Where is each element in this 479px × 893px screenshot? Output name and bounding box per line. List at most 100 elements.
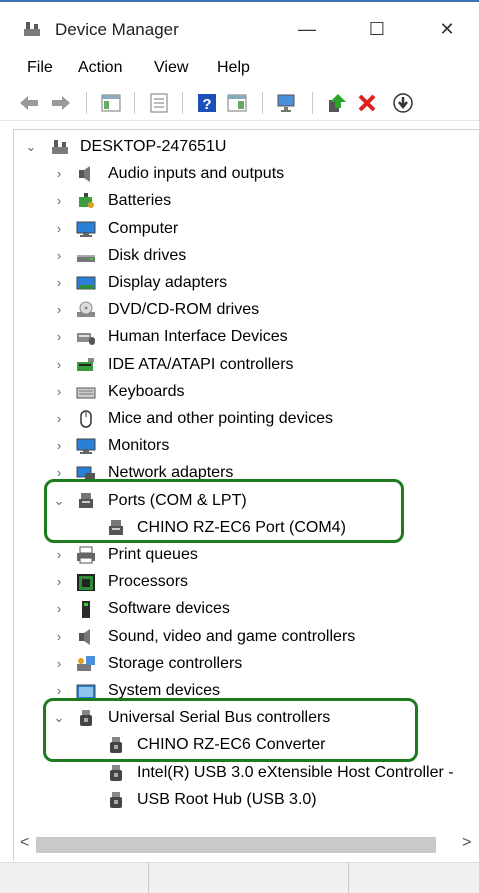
maximize-button[interactable]: ☐ [355,14,399,44]
usb-icon [110,791,122,808]
speaker-icon [79,628,90,645]
tree-category-label: Print queues [108,546,198,563]
highlight-ports [44,479,404,543]
chevron-right-icon[interactable]: › [52,270,66,296]
chevron-right-icon[interactable]: › [52,379,66,405]
tree-category-label: Batteries [108,192,172,210]
tree-category[interactable]: › IDE ATA/ATAPI controllers [14,352,479,378]
action-pane-icon[interactable] [226,92,248,114]
tree-device[interactable]: Intel(R) USB 3.0 eXtensible Host Control… [14,760,479,786]
tree-category[interactable]: › Audio inputs and outputs [14,161,479,187]
tree-device-label: USB Root Hub (USB 3.0) [137,790,317,808]
title-bar[interactable]: Device Manager — ☐ ✕ [0,2,479,54]
ide-icon [77,357,94,371]
tree-category[interactable]: › Print queues [14,542,479,568]
chevron-right-icon[interactable]: › [52,324,66,350]
keyboard-icon [76,387,96,399]
status-bar [0,862,479,893]
toolbar-separator [86,92,87,114]
tree-device[interactable]: USB Root Hub (USB 3.0) [14,787,479,813]
tree-category-label: Sound, video and game controllers [108,627,356,645]
chevron-right-icon[interactable]: › [52,651,66,677]
toolbar-separator [262,92,263,114]
software-device-icon [82,601,90,619]
tree-category[interactable]: › Batteries [14,188,479,214]
menu-bar: File Action View Help [0,54,479,84]
scan-hardware-icon[interactable] [276,92,298,114]
show-hide-console-tree-icon[interactable] [100,92,122,114]
monitor-icon [76,221,96,237]
tree-category[interactable]: › Computer [14,216,479,242]
tree-root[interactable]: ⌄ DESKTOP-247651U [14,134,464,160]
tree-category[interactable]: › Storage controllers [14,651,479,677]
back-icon[interactable] [18,92,40,114]
tree-device-label: Intel(R) USB 3.0 eXtensible Host Control… [137,763,454,781]
chevron-down-icon[interactable]: ⌄ [24,134,38,160]
disk-icon [77,254,95,262]
uninstall-device-icon[interactable] [356,92,378,114]
usb-icon [110,764,122,781]
chevron-right-icon[interactable]: › [52,569,66,595]
update-driver-icon[interactable] [326,92,348,114]
tree-category-label: Disk drives [108,246,187,264]
menu-file[interactable]: File [27,59,53,77]
storage-icon [77,655,95,671]
status-divider [348,863,349,893]
tree-category[interactable]: › Human Interface Devices [14,324,479,350]
device-tree[interactable]: ⌄ DESKTOP-247651U › Audio inputs and outp… [13,129,479,829]
toolbar-separator [182,92,183,114]
highlight-usb [43,698,418,762]
forward-icon[interactable] [50,92,72,114]
tree-category[interactable]: › Monitors [14,433,479,459]
scroll-left-icon[interactable]: < [20,834,29,852]
tree-category[interactable]: › Sound, video and game controllers [14,624,479,650]
device-manager-icon [24,22,40,36]
tree-category[interactable]: › Processors [14,569,479,595]
tree-category[interactable]: › Disk drives [14,243,479,269]
chevron-right-icon[interactable]: › [52,161,66,187]
tree-category[interactable]: › Keyboards [14,379,479,405]
chevron-right-icon[interactable]: › [52,216,66,242]
chevron-right-icon[interactable]: › [52,188,66,214]
scroll-thumb[interactable] [36,837,436,853]
speaker-icon [79,166,90,183]
hid-icon [77,333,95,346]
tree-category-label: Human Interface Devices [108,328,288,346]
help-icon[interactable]: ? [196,92,218,114]
toolbar-separator [134,92,135,114]
disable-device-icon[interactable] [392,92,414,114]
menu-help[interactable]: Help [217,59,250,77]
tree-category-label: IDE ATA/ATAPI controllers [108,355,294,373]
tree-category-label: Storage controllers [108,654,243,672]
window-title: Device Manager [55,20,179,39]
tree-category-label: Monitors [108,437,170,455]
menu-view[interactable]: View [154,59,188,77]
chevron-right-icon[interactable]: › [52,243,66,269]
tree-category[interactable]: › Display adapters [14,270,479,296]
chevron-right-icon[interactable]: › [52,297,66,323]
scroll-right-icon[interactable]: > [462,834,471,852]
tree-root-label: DESKTOP-247651U [80,138,227,155]
display-adapter-icon [76,276,96,290]
computer-icon [52,140,68,154]
monitor-icon [76,438,96,455]
printer-icon [77,546,95,564]
properties-icon[interactable] [148,92,170,114]
chevron-right-icon[interactable]: › [52,596,66,622]
close-button[interactable]: ✕ [425,14,469,44]
chevron-right-icon[interactable]: › [52,352,66,378]
tree-category-label: Mice and other pointing devices [108,410,334,427]
svg-text:?: ? [202,96,211,113]
menu-action[interactable]: Action [78,59,122,77]
minimize-button[interactable]: — [285,14,329,44]
mouse-icon [80,410,92,428]
chevron-right-icon[interactable]: › [52,433,66,459]
tree-category[interactable]: › Software devices [14,596,479,622]
chevron-right-icon[interactable]: › [52,406,66,432]
chevron-right-icon[interactable]: › [52,542,66,568]
chevron-right-icon[interactable]: › [52,624,66,650]
tree-category[interactable]: › Mice and other pointing devices [14,406,479,432]
tree-category[interactable]: › DVD/CD-ROM drives [14,297,479,323]
dvd-icon [77,301,95,318]
horizontal-scrollbar[interactable]: < > [13,828,479,861]
